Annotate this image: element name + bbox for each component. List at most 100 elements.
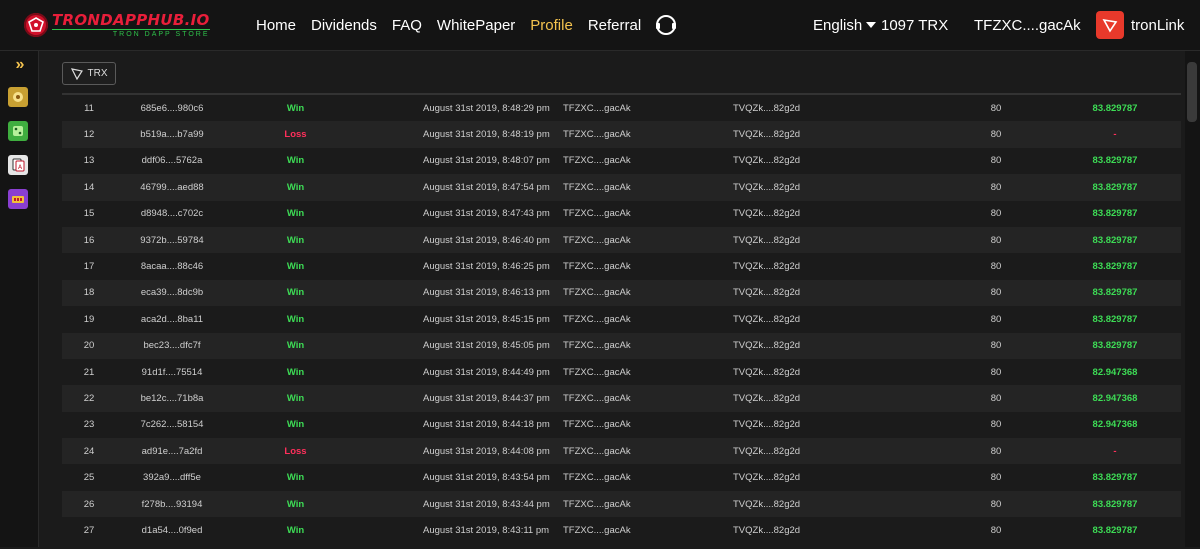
bet-time: August 31st 2019, 8:43:11 pm [363, 517, 563, 544]
to-address[interactable]: TVQZk....82g2d [733, 490, 903, 518]
nav-profile[interactable]: Profile [530, 17, 573, 34]
from-address[interactable]: TFZXC....gacAk [563, 438, 733, 465]
to-address[interactable]: TVQZk....82g2d [733, 438, 903, 465]
to-address[interactable]: TVQZk....82g2d [733, 147, 903, 175]
bet-id[interactable]: 392a9....dff5e [116, 464, 228, 491]
row-number: 22 [62, 385, 116, 412]
cards-icon[interactable]: A [8, 155, 28, 175]
from-address[interactable]: TFZXC....gacAk [563, 464, 733, 491]
bet-id[interactable]: 91d1f....75514 [116, 358, 228, 386]
to-address[interactable]: TVQZk....82g2d [733, 200, 903, 227]
bet-time: August 31st 2019, 8:46:13 pm [363, 279, 563, 307]
bet-time: August 31st 2019, 8:47:54 pm [363, 174, 563, 201]
game-icon-2[interactable] [8, 121, 28, 141]
bet-id[interactable]: 9372b....59784 [116, 226, 228, 254]
table-row: 19 aca2d....8ba11 Win August 31st 2019, 8:4… [62, 306, 1181, 333]
bet-id[interactable]: f278b....93194 [116, 490, 228, 518]
from-address[interactable]: TFZXC....gacAk [563, 121, 733, 148]
from-address[interactable]: TFZXC....gacAk [563, 490, 733, 518]
to-address[interactable]: TVQZk....82g2d [733, 517, 903, 544]
bet-time: August 31st 2019, 8:44:37 pm [363, 385, 563, 412]
to-address[interactable]: TVQZk....82g2d [733, 306, 903, 333]
bet-time: August 31st 2019, 8:44:18 pm [363, 411, 563, 439]
table-row: 25 392a9....dff5e Win August 31st 2019, 8:4… [62, 464, 1181, 491]
table-row: 18 eca39....8dc9b Win August 31st 2019, 8:4… [62, 279, 1181, 307]
scrollbar-track[interactable] [1185, 51, 1200, 547]
to-address[interactable]: TVQZk....82g2d [733, 253, 903, 280]
bet-time: August 31st 2019, 8:43:44 pm [363, 490, 563, 518]
to-address[interactable]: TVQZk....82g2d [733, 411, 903, 439]
payout-value: 83.829787 [1049, 253, 1181, 280]
language-select[interactable]: English [813, 0, 877, 50]
site-logo[interactable]: TRONDAPPHUB.IO TRON DAPP STORE [24, 12, 210, 38]
bet-result: Win [228, 200, 363, 227]
from-address[interactable]: TFZXC....gacAk [563, 174, 733, 201]
payout-value: 82.947368 [1049, 411, 1181, 439]
to-address[interactable]: TVQZk....82g2d [733, 279, 903, 307]
bet-id[interactable]: ad91e....7a2fd [116, 438, 228, 465]
bet-id[interactable]: 46799....aed88 [116, 174, 228, 201]
bet-result: Win [228, 385, 363, 412]
game-icon-1[interactable] [8, 87, 28, 107]
table-row: 22 be12c....71b8a Win August 31st 2019, 8:4… [62, 385, 1181, 412]
table-row: 12 b519a....b7a99 Loss August 31st 2019, 8:… [62, 121, 1181, 148]
from-address[interactable]: TFZXC....gacAk [563, 253, 733, 280]
nav-referral[interactable]: Referral [588, 17, 641, 34]
bet-id[interactable]: 685e6....980c6 [116, 95, 228, 122]
from-address[interactable]: TFZXC....gacAk [563, 226, 733, 254]
bet-id[interactable]: 8acaa....88c46 [116, 253, 228, 280]
to-address[interactable]: TVQZk....82g2d [733, 95, 903, 122]
nav-faq[interactable]: FAQ [392, 17, 422, 34]
from-address[interactable]: TFZXC....gacAk [563, 385, 733, 412]
headset-icon[interactable] [654, 13, 678, 37]
from-address[interactable]: TFZXC....gacAk [563, 95, 733, 122]
logo-title: TRONDAPPHUB.IO [52, 10, 210, 29]
scrollbar-thumb[interactable] [1187, 62, 1197, 122]
table-row: 26 f278b....93194 Win August 31st 2019, 8:4… [62, 490, 1181, 518]
from-address[interactable]: TFZXC....gacAk [563, 517, 733, 544]
bet-id[interactable]: ddf06....5762a [116, 147, 228, 175]
to-address[interactable]: TVQZk....82g2d [733, 385, 903, 412]
expand-icon[interactable]: » [10, 55, 30, 75]
table-row: 24 ad91e....7a2fd Loss August 31st 2019, 8:… [62, 438, 1181, 465]
payout-value: 83.829787 [1049, 517, 1181, 544]
table-row: 14 46799....aed88 Win August 31st 2019, 8:4… [62, 174, 1181, 201]
nav-dividends[interactable]: Dividends [311, 17, 377, 34]
payout-value: 83.829787 [1049, 95, 1181, 122]
bet-id[interactable]: b519a....b7a99 [116, 121, 228, 148]
nav-whitepaper[interactable]: WhitePaper [437, 17, 515, 34]
from-address[interactable]: TFZXC....gacAk [563, 358, 733, 386]
to-address[interactable]: TVQZk....82g2d [733, 226, 903, 254]
table-row: 11 685e6....980c6 Win August 31st 2019, 8:4… [62, 95, 1181, 122]
nav-home[interactable]: Home [256, 17, 296, 34]
from-address[interactable]: TFZXC....gacAk [563, 306, 733, 333]
tron-icon [70, 67, 83, 80]
trx-filter-button[interactable]: TRX [62, 62, 116, 85]
bet-id[interactable]: 7c262....58154 [116, 411, 228, 439]
to-address[interactable]: TVQZk....82g2d [733, 358, 903, 386]
from-address[interactable]: TFZXC....gacAk [563, 279, 733, 307]
bet-id[interactable]: be12c....71b8a [116, 385, 228, 412]
bet-id[interactable]: d1a54....0f9ed [116, 517, 228, 544]
payout-value: - [1049, 121, 1181, 148]
tronlink-button[interactable]: tronLink [1096, 0, 1184, 50]
wallet-address[interactable]: TFZXC....gacAk [974, 0, 1081, 50]
bet-id[interactable]: aca2d....8ba11 [116, 306, 228, 333]
from-address[interactable]: TFZXC....gacAk [563, 200, 733, 227]
to-address[interactable]: TVQZk....82g2d [733, 464, 903, 491]
payout-value: 83.829787 [1049, 490, 1181, 518]
bet-id[interactable]: eca39....8dc9b [116, 279, 228, 307]
bet-time: August 31st 2019, 8:46:40 pm [363, 226, 563, 254]
from-address[interactable]: TFZXC....gacAk [563, 411, 733, 439]
table-row: 23 7c262....58154 Win August 31st 2019, 8:4… [62, 411, 1181, 439]
to-address[interactable]: TVQZk....82g2d [733, 332, 903, 359]
bet-amount: 80 [903, 411, 1049, 439]
to-address[interactable]: TVQZk....82g2d [733, 121, 903, 148]
to-address[interactable]: TVQZk....82g2d [733, 174, 903, 201]
bet-id[interactable]: bec23....dfc7f [116, 332, 228, 359]
from-address[interactable]: TFZXC....gacAk [563, 332, 733, 359]
from-address[interactable]: TFZXC....gacAk [563, 147, 733, 175]
bet-id[interactable]: d8948....c702c [116, 200, 228, 227]
slots-icon[interactable] [8, 189, 28, 209]
payout-value: 83.829787 [1049, 332, 1181, 359]
